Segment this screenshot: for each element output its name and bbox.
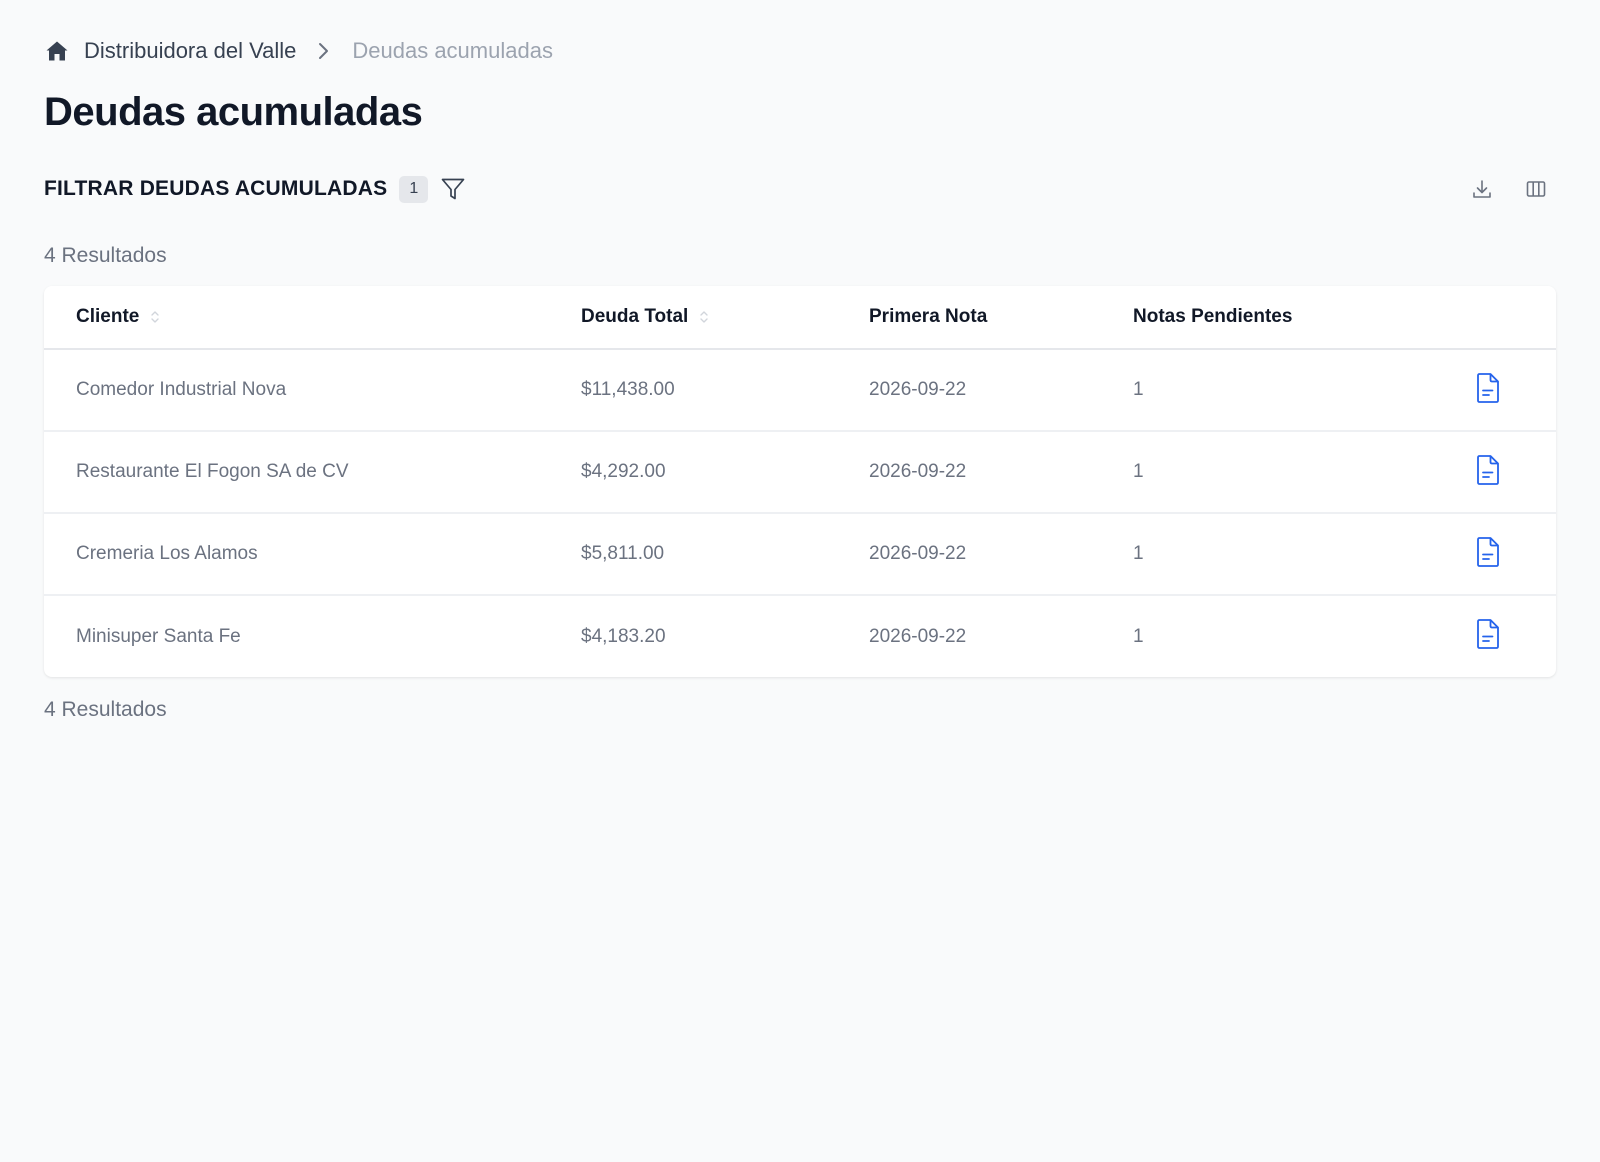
header-primera-nota: Primera Nota — [869, 306, 988, 327]
header-cliente[interactable]: Cliente — [44, 286, 581, 349]
results-count-top: 4 Resultados — [44, 244, 167, 267]
cell-actions — [1453, 349, 1556, 431]
cell-primera-nota: 2026-09-22 — [869, 625, 967, 647]
document-icon[interactable] — [1473, 535, 1503, 569]
table-header-row: Cliente Deuda Total Primera Nota Notas P… — [44, 286, 1556, 349]
cell-primera-nota: 2026-09-22 — [869, 379, 967, 400]
cell-primera-nota: 2026-09-22 — [869, 543, 967, 564]
cell-deuda-total: $11,438.00 — [581, 379, 675, 400]
cell-cliente: Restaurante El Fogon SA de CV — [76, 461, 349, 482]
cell-actions — [1453, 431, 1556, 513]
page: Distribuidora del Valle Deudas acumulada… — [0, 0, 1600, 1162]
cell-actions — [1453, 513, 1556, 595]
sort-icon[interactable] — [149, 309, 161, 325]
header-cliente-label: Cliente — [76, 306, 140, 327]
cell-actions — [1453, 595, 1556, 677]
table-row: Restaurante El Fogon SA de CV $4,292.00 … — [44, 431, 1556, 513]
breadcrumb: Distribuidora del Valle Deudas acumulada… — [44, 36, 553, 66]
cell-deuda-total: $4,292.00 — [581, 461, 666, 482]
cell-deuda-total: $4,183.20 — [581, 625, 666, 647]
home-icon[interactable] — [44, 38, 70, 64]
cell-primera-nota: 2026-09-22 — [869, 461, 967, 482]
header-deuda-total[interactable]: Deuda Total — [581, 286, 869, 349]
table-row: Cremeria Los Alamos $5,811.00 2026-09-22… — [44, 513, 1556, 595]
page-title: Deudas acumuladas — [44, 90, 423, 134]
cell-notas-pendientes: 1 — [1133, 625, 1144, 647]
table-row: Comedor Industrial Nova $11,438.00 2026-… — [44, 349, 1556, 431]
results-count-bottom: 4 Resultados — [44, 698, 167, 721]
table-toolbar — [1470, 177, 1556, 201]
download-icon[interactable] — [1470, 177, 1494, 201]
cell-cliente: Cremeria Los Alamos — [76, 543, 258, 564]
table-row: Minisuper Santa Fe $4,183.20 2026-09-22 … — [44, 595, 1556, 677]
cell-cliente: Minisuper Santa Fe — [76, 625, 241, 647]
header-deuda-total-label: Deuda Total — [581, 306, 689, 327]
breadcrumb-company-link[interactable]: Distribuidora del Valle — [84, 38, 296, 64]
document-icon[interactable] — [1473, 371, 1503, 405]
header-actions — [1453, 286, 1556, 349]
cell-cliente: Comedor Industrial Nova — [76, 379, 287, 400]
cell-deuda-total: $5,811.00 — [581, 543, 665, 564]
cell-notas-pendientes: 1 — [1133, 379, 1144, 400]
filter-bar: FILTRAR DEUDAS ACUMULADAS 1 — [44, 172, 1556, 206]
cell-notas-pendientes: 1 — [1133, 461, 1144, 482]
debts-table: Cliente Deuda Total Primera Nota Notas P… — [44, 286, 1556, 677]
sort-icon[interactable] — [698, 309, 710, 325]
columns-icon[interactable] — [1524, 177, 1548, 201]
document-icon[interactable] — [1473, 453, 1503, 487]
active-filter-count-badge: 1 — [399, 175, 429, 203]
funnel-icon[interactable] — [440, 176, 466, 202]
filter-title[interactable]: FILTRAR DEUDAS ACUMULADAS — [44, 177, 387, 201]
header-notas-pendientes: Notas Pendientes — [1133, 306, 1293, 327]
chevron-right-icon — [314, 41, 334, 61]
cell-notas-pendientes: 1 — [1133, 543, 1144, 564]
document-icon[interactable] — [1473, 617, 1503, 651]
breadcrumb-current: Deudas acumuladas — [352, 38, 553, 63]
